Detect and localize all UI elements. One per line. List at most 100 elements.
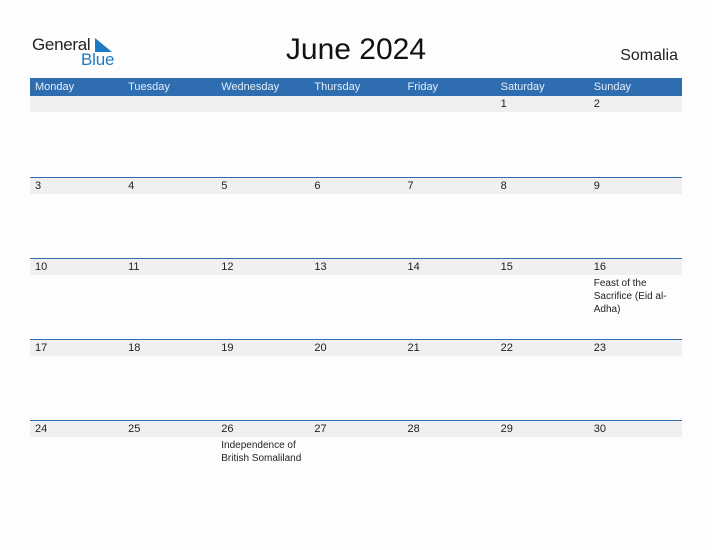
day-number: 6: [314, 180, 321, 192]
weeks-container: 1 2 3 4 5 6 7 8 9 10 11 12 13 14 15 16 Feast of the Sacr…: [30, 96, 682, 501]
country-label: Somalia: [620, 47, 678, 64]
holiday-event: [314, 194, 402, 196]
day-number: 9: [593, 180, 600, 192]
day-number: [408, 96, 496, 112]
day-cell: 20: [309, 340, 402, 358]
holiday-event: [35, 437, 123, 439]
holiday-event: Feast of the Sacrifice (Eid al-Adha): [593, 278, 667, 315]
day-cell: 6: [309, 178, 402, 196]
day-number: 25: [128, 423, 141, 435]
day-number: 7: [407, 180, 414, 192]
holiday-event: [128, 437, 216, 439]
weekday-saturday: Saturday: [500, 81, 545, 93]
day-cell: 11: [123, 259, 216, 316]
holiday-event: Independence of British Somaliland: [221, 440, 302, 464]
day-number: 22: [500, 342, 513, 354]
day-number: 21: [407, 342, 420, 354]
day-cell: 22: [496, 340, 589, 358]
day-number: 28: [407, 423, 420, 435]
holiday-event: [501, 112, 589, 114]
day-number: 3: [35, 180, 42, 192]
day-cell: 30: [589, 421, 682, 465]
holiday-event: [501, 356, 589, 358]
holiday-event: [128, 356, 216, 358]
week-row: 10 11 12 13 14 15 16 Feast of the Sacrifice (Ei…: [30, 258, 682, 339]
day-cell: 4: [123, 178, 216, 196]
day-number: 26: [221, 423, 234, 435]
holiday-event: [408, 112, 496, 114]
day-cell: 9: [589, 178, 682, 196]
day-cell: 29: [496, 421, 589, 465]
day-number: 15: [500, 261, 513, 273]
holiday-event: [501, 275, 589, 277]
holiday-event: [594, 112, 682, 114]
holiday-event: [408, 356, 496, 358]
holiday-event: [221, 275, 309, 277]
day-number: 16: [593, 261, 606, 273]
weekday-wednesday: Wednesday: [221, 81, 280, 93]
holiday-event: [408, 194, 496, 196]
day-cell: 2: [589, 96, 682, 114]
day-number: 29: [500, 423, 513, 435]
weekday-thursday: Thursday: [314, 81, 361, 93]
day-cell: 28: [403, 421, 496, 465]
holiday-event: [221, 112, 309, 114]
holiday-event: [35, 194, 123, 196]
day-cell: 26 Independence of British Somaliland: [216, 421, 309, 465]
holiday-event: [594, 437, 682, 439]
day-number: [221, 96, 309, 112]
day-number: 8: [500, 180, 507, 192]
day-cell: [216, 96, 309, 114]
day-number: 5: [221, 180, 228, 192]
weekday-header: Monday Tuesday Wednesday Thursday Friday…: [30, 78, 682, 96]
weekday-tuesday: Tuesday: [128, 81, 170, 93]
holiday-event: [221, 356, 309, 358]
day-number: 12: [221, 261, 234, 273]
day-number: 14: [407, 261, 420, 273]
day-number: 19: [221, 342, 234, 354]
day-cell: 15: [496, 259, 589, 316]
weekday-friday: Friday: [407, 81, 439, 93]
week-cells: 3 4 5 6 7 8 9: [30, 178, 682, 196]
day-number: 11: [128, 261, 140, 273]
holiday-event: [128, 194, 216, 196]
day-cell: [30, 96, 123, 114]
day-cell: 17: [30, 340, 123, 358]
day-cell: 7: [403, 178, 496, 196]
day-cell: 12: [216, 259, 309, 316]
holiday-event: [128, 275, 216, 277]
day-cell: [403, 96, 496, 114]
week-cells: 12: [30, 96, 682, 114]
day-number: 24: [35, 423, 48, 435]
day-cell: 21: [403, 340, 496, 358]
day-number: 1: [500, 98, 507, 110]
day-cell: 25: [123, 421, 216, 465]
day-number: [128, 96, 216, 112]
day-cell: [309, 96, 402, 114]
day-cell: 19: [216, 340, 309, 358]
day-number: 2: [593, 98, 600, 110]
weekday-sunday: Sunday: [593, 81, 632, 93]
day-cell: 18: [123, 340, 216, 358]
day-cell: 8: [496, 178, 589, 196]
day-cell: 16 Feast of the Sacrifice (Eid al-Adha): [589, 259, 682, 316]
day-number: 4: [128, 180, 135, 192]
day-cell: 5: [216, 178, 309, 196]
holiday-event: [501, 194, 589, 196]
day-number: 23: [593, 342, 606, 354]
page-title: June 2024: [285, 33, 427, 66]
day-number: 13: [314, 261, 327, 273]
holiday-event: [314, 437, 402, 439]
day-cell: 10: [30, 259, 123, 316]
day-number: 27: [314, 423, 327, 435]
day-number: 18: [128, 342, 141, 354]
day-cell: 27: [309, 421, 402, 465]
week-row: 12: [30, 96, 682, 177]
day-number: [35, 96, 123, 112]
day-cell: 24: [30, 421, 123, 465]
holiday-event: [35, 275, 123, 277]
weekday-monday: Monday: [35, 81, 75, 93]
day-cell: 14: [403, 259, 496, 316]
holiday-event: [221, 194, 309, 196]
day-number: 10: [35, 261, 48, 273]
